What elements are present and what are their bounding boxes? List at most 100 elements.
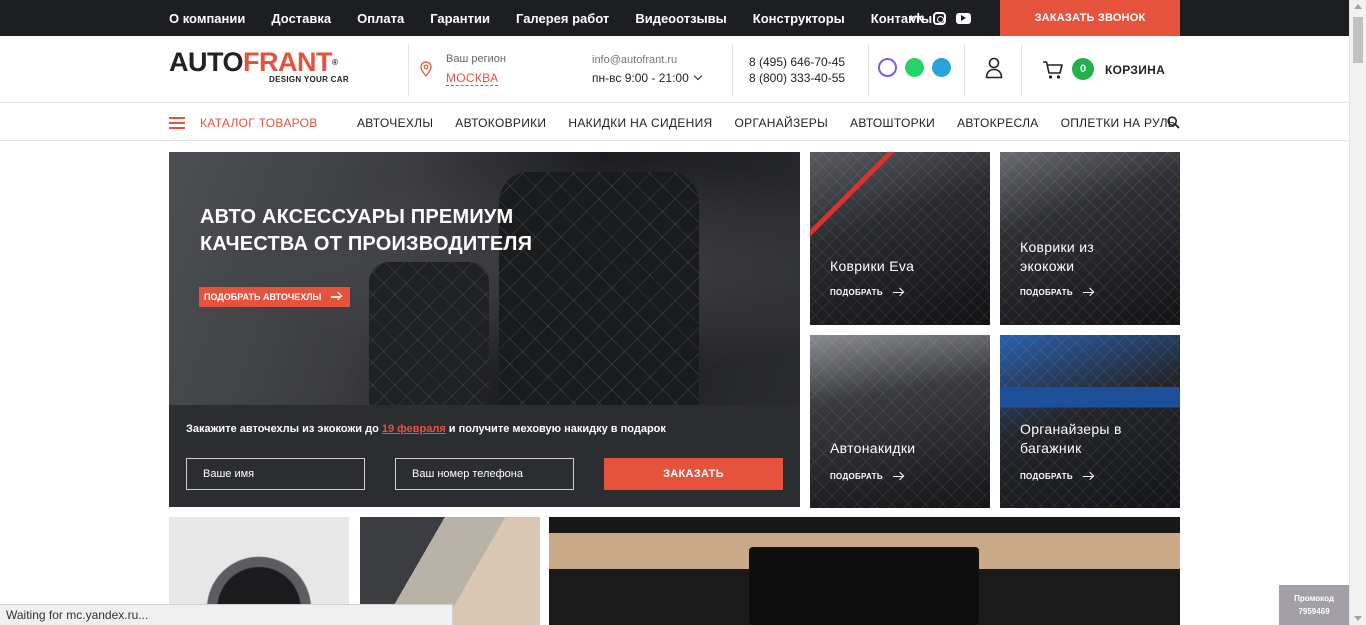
scroll-down-icon[interactable] — [1354, 616, 1362, 621]
page-scrollbar[interactable] — [1349, 0, 1366, 625]
region-label: Ваш регион — [446, 53, 506, 65]
search-icon[interactable] — [1167, 116, 1180, 129]
nav-item-seat-covers[interactable]: АВТОЧЕХЛЫ — [357, 116, 433, 130]
working-hours-dropdown[interactable]: пн-вс 9:00 - 21:00 — [592, 71, 702, 85]
hero-image — [169, 152, 800, 405]
logo-main: AUTO — [169, 47, 244, 77]
name-input[interactable]: Ваше имя — [186, 458, 365, 490]
top-bar: О компании Доставка Оплата Гарантии Гале… — [0, 0, 1349, 36]
tile-select-link[interactable]: ПОДОБРАТЬ — [830, 472, 903, 481]
nav-item-seat-capes[interactable]: НАКИДКИ НА СИДЕНИЯ — [568, 116, 712, 130]
request-call-button[interactable]: ЗАКАЗАТЬ ЗВОНОК — [1000, 0, 1180, 36]
category-tile-eva-mats[interactable]: Коврики Eva ПОДОБРАТЬ — [810, 152, 990, 325]
top-link-constructors[interactable]: Конструкторы — [753, 11, 845, 26]
promo-text: Закажите авточехлы из экокожи до 19 февр… — [186, 423, 666, 435]
divider — [732, 44, 733, 96]
tile-select-link[interactable]: ПОДОБРАТЬ — [830, 288, 903, 297]
top-link-video-reviews[interactable]: Видеоотзывы — [635, 11, 726, 26]
order-form: Закажите авточехлы из экокожи до 19 февр… — [169, 405, 800, 507]
category-tile-trunk-organizers[interactable]: Органайзеры в багажник ПОДОБРАТЬ — [1000, 335, 1180, 508]
dashboard-screen — [749, 547, 979, 625]
logo[interactable]: AUTOFRANT® DESIGN YOUR CAR — [169, 47, 349, 85]
menu-icon[interactable] — [169, 117, 185, 129]
tile-select-link[interactable]: ПОДОБРАТЬ — [1020, 472, 1093, 481]
scroll-up-icon[interactable] — [1354, 4, 1362, 9]
tile-select-label: ПОДОБРАТЬ — [830, 288, 883, 297]
top-link-company[interactable]: О компании — [169, 11, 245, 26]
user-account-icon[interactable] — [985, 57, 1003, 79]
nav-item-sunshades[interactable]: АВТОШТОРКИ — [850, 116, 935, 130]
tile-title: Коврики из экокожи — [1020, 239, 1095, 274]
cart-link[interactable]: КОРЗИНА — [1105, 63, 1165, 77]
interior-image[interactable] — [549, 517, 1180, 625]
instagram-icon[interactable] — [933, 11, 947, 25]
promocode-value: 7959469 — [1298, 607, 1330, 616]
youtube-icon[interactable] — [956, 12, 972, 24]
phone-link-moscow[interactable]: 8 (495) 646-70-45 — [749, 54, 845, 70]
tile-select-label: ПОДОБРАТЬ — [1020, 472, 1073, 481]
catalog-nav: КАТАЛОГ ТОВАРОВ АВТОЧЕХЛЫ АВТОКОВРИКИ НА… — [0, 103, 1349, 141]
viber-icon[interactable] — [878, 58, 897, 77]
nav-item-car-seats[interactable]: АВТОКРЕСЛА — [957, 116, 1038, 130]
catalog-menu-button[interactable]: КАТАЛОГ ТОВАРОВ — [200, 116, 318, 130]
top-link-gallery[interactable]: Галерея работ — [516, 11, 609, 26]
tile-select-label: ПОДОБРАТЬ — [1020, 288, 1073, 297]
promo-date: 19 февраля — [381, 423, 446, 435]
top-link-delivery[interactable]: Доставка — [271, 11, 331, 26]
top-link-warranty[interactable]: Гарантии — [430, 11, 490, 26]
order-button[interactable]: ЗАКАЗАТЬ — [604, 458, 783, 490]
tile-image — [810, 152, 990, 325]
tile-select-link[interactable]: ПОДОБРАТЬ — [1020, 288, 1093, 297]
region-city-link[interactable]: МОСКВА — [446, 71, 499, 86]
divider — [868, 44, 869, 96]
arrow-right-icon — [331, 296, 342, 298]
phone-link-free[interactable]: 8 (800) 333-40-55 — [749, 70, 845, 86]
logo-wordmark: AUTOFRANT® — [169, 47, 338, 77]
divider — [408, 44, 409, 96]
tile-title: Органайзеры в багажник — [1020, 421, 1122, 456]
category-tile-eco-leather-mats[interactable]: Коврики из экокожи ПОДОБРАТЬ — [1000, 152, 1180, 325]
top-nav: О компании Доставка Оплата Гарантии Гале… — [169, 0, 958, 36]
vk-icon[interactable]: vk — [910, 10, 923, 26]
cart-icon[interactable] — [1042, 60, 1064, 80]
arrow-right-icon — [1082, 475, 1093, 478]
hero-banner: АВТО АКСЕССУАРЫ ПРЕМИУМ КАЧЕСТВА ОТ ПРОИ… — [169, 152, 800, 507]
scroll-thumb[interactable] — [1353, 17, 1363, 63]
promo-text-start: Закажите авточехлы из экокожи до — [186, 423, 382, 435]
tile-select-label: ПОДОБРАТЬ — [830, 472, 883, 481]
email-link[interactable]: info@autofrant.ru — [592, 54, 701, 66]
catalog-links: АВТОЧЕХЛЫ АВТОКОВРИКИ НАКИДКИ НА СИДЕНИЯ… — [357, 116, 1198, 130]
working-hours: пн-вс 9:00 - 21:00 — [592, 71, 689, 85]
nav-item-floor-mats[interactable]: АВТОКОВРИКИ — [455, 116, 546, 130]
browser-status-bar: Waiting for mc.yandex.ru... — [0, 604, 453, 625]
tile-title: Коврики Eva — [830, 258, 915, 274]
tile-title: Автонакидки — [830, 440, 916, 456]
whatsapp-icon[interactable] — [905, 58, 924, 77]
divider — [964, 44, 965, 96]
select-seat-covers-button[interactable]: ПОДОБРАТЬ АВТОЧЕХЛЫ — [199, 287, 350, 307]
messenger-links — [878, 58, 951, 77]
arrow-right-icon — [1082, 291, 1093, 294]
map-pin-icon — [420, 61, 432, 77]
nav-item-wheel-covers[interactable]: ОПЛЕТКИ НА РУЛЬ — [1061, 116, 1176, 130]
chevron-down-icon — [693, 71, 702, 81]
seat-image-left — [369, 262, 489, 405]
cart-count-badge: 0 — [1072, 58, 1094, 80]
select-seat-covers-label: ПОДОБРАТЬ АВТОЧЕХЛЫ — [204, 292, 322, 302]
telegram-icon[interactable] — [932, 58, 951, 77]
top-link-payment[interactable]: Оплата — [357, 11, 404, 26]
category-tile-seat-capes[interactable]: Автонакидки ПОДОБРАТЬ — [810, 335, 990, 508]
contact-info: info@autofrant.ru пн-вс 9:00 - 21:00 — [592, 54, 702, 85]
promo-text-end: и получите меховую накидку в подарок — [445, 423, 666, 435]
nav-item-organizers[interactable]: ОРГАНАЙЗЕРЫ — [735, 116, 829, 130]
arrow-right-icon — [892, 291, 903, 294]
page: О компании Доставка Оплата Гарантии Гале… — [0, 0, 1366, 625]
phone-input[interactable]: Ваш номер телефона — [395, 458, 574, 490]
logo-tagline: DESIGN YOUR CAR — [269, 75, 349, 84]
logo-reg-mark: ® — [332, 58, 338, 67]
arrow-right-icon — [892, 475, 903, 478]
phone-numbers: 8 (495) 646-70-45 8 (800) 333-40-55 — [749, 54, 845, 86]
site-header: AUTOFRANT® DESIGN YOUR CAR Ваш регион МО… — [0, 36, 1349, 103]
divider — [1021, 44, 1022, 96]
promocode-widget[interactable]: Промокод 7959469 — [1279, 585, 1349, 625]
